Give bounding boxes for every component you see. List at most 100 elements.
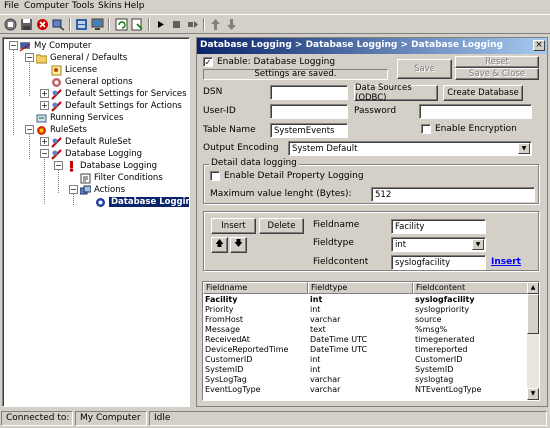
save-icon[interactable] xyxy=(19,17,34,32)
filter-icon xyxy=(80,173,91,184)
table-scrollbar[interactable]: ▲ ▼ xyxy=(527,282,539,400)
config-icon[interactable] xyxy=(74,17,89,32)
tree-expand-toggle[interactable]: + xyxy=(40,137,49,146)
ruleset-icon xyxy=(51,148,62,160)
column-header-fieldname[interactable]: Fieldname xyxy=(203,282,308,294)
fieldcontent-label: Fieldcontent xyxy=(313,257,369,267)
output-encoding-select[interactable]: System Default ▼ xyxy=(288,141,532,156)
reset-button[interactable]: Reset xyxy=(455,56,539,68)
password-input[interactable] xyxy=(419,104,532,119)
play-icon[interactable] xyxy=(153,17,168,32)
fieldcontent-input[interactable]: syslogfacility xyxy=(391,255,486,270)
tree-item-rulesets[interactable]: RuleSets xyxy=(36,124,87,136)
tablename-input[interactable]: SystemEvents xyxy=(270,123,348,138)
tree-item-actions[interactable]: Actions xyxy=(80,184,125,196)
chevron-down-icon[interactable]: ▼ xyxy=(518,143,530,154)
tree-item-database-logging-action[interactable]: Database Logging xyxy=(95,196,189,208)
ruleset-icon xyxy=(51,136,62,148)
tree-item-license[interactable]: License xyxy=(51,64,97,76)
fields-table[interactable]: Fieldname Fieldtype Fieldcontent Facilit… xyxy=(202,281,540,401)
computer-icon[interactable] xyxy=(90,17,105,32)
tree-collapse-toggle[interactable]: − xyxy=(54,161,63,170)
export-icon[interactable] xyxy=(130,17,145,32)
insert-button[interactable]: Insert xyxy=(211,218,256,234)
move-up-button[interactable]: 🡅 xyxy=(211,237,228,253)
tree-collapse-toggle[interactable]: − xyxy=(40,149,49,158)
menu-skins[interactable]: Skins xyxy=(98,1,122,11)
database-icon xyxy=(95,197,106,208)
delete-button[interactable]: Delete xyxy=(259,218,304,234)
options-icon xyxy=(51,77,62,88)
scroll-down-icon[interactable]: ▼ xyxy=(527,388,539,400)
tree-expand-toggle[interactable]: + xyxy=(40,89,49,98)
tree-expand-toggle[interactable]: + xyxy=(40,101,49,110)
fieldname-input[interactable]: Facility xyxy=(391,219,486,234)
userid-label: User-ID xyxy=(203,106,236,116)
step-icon[interactable] xyxy=(185,17,200,32)
create-database-button[interactable]: Create Database xyxy=(443,85,523,101)
table-row[interactable]: EventLogType varchar NTEventLogType xyxy=(203,385,529,395)
close-icon[interactable]: × xyxy=(533,40,545,51)
tree-collapse-toggle[interactable]: − xyxy=(69,185,78,194)
tree-item-general[interactable]: General / Defaults xyxy=(36,52,127,64)
stop-square-icon[interactable] xyxy=(169,17,184,32)
menu-file[interactable]: File xyxy=(4,1,19,11)
fieldtype-select[interactable]: int ▼ xyxy=(391,237,486,252)
menu-help[interactable]: Help xyxy=(124,1,145,11)
up-arrow-icon[interactable] xyxy=(208,17,223,32)
table-row[interactable]: Message text %msg% xyxy=(203,325,529,335)
column-header-fieldtype[interactable]: Fieldtype xyxy=(308,282,413,294)
encryption-checkbox[interactable] xyxy=(421,124,431,134)
status-bar: Connected to: My Computer Idle xyxy=(0,410,550,428)
enable-checkbox[interactable]: ✓ xyxy=(203,57,213,67)
move-down-button[interactable]: 🡇 xyxy=(230,237,247,253)
tree-item-default-ruleset[interactable]: Default RuleSet xyxy=(51,136,131,148)
tree-item-general-options[interactable]: General options xyxy=(51,76,133,88)
scroll-thumb[interactable] xyxy=(527,294,539,334)
max-value-input[interactable]: 512 xyxy=(371,187,535,202)
tree-item-filter-conditions[interactable]: Filter Conditions xyxy=(80,172,163,184)
column-header-fieldcontent[interactable]: Fieldcontent xyxy=(413,282,529,294)
enable-label: Enable: Database Logging xyxy=(217,57,336,67)
tree-item-database-logging-ruleset[interactable]: Database Logging xyxy=(51,148,142,160)
table-row[interactable]: CustomerID int CustomerID xyxy=(203,355,529,365)
scroll-up-icon[interactable]: ▲ xyxy=(527,282,539,294)
data-sources-button[interactable]: Data Sources (ODBC) xyxy=(354,83,438,103)
arrow-up-icon: 🡅 xyxy=(215,239,224,249)
rule-icon xyxy=(66,160,77,172)
down-arrow-icon[interactable] xyxy=(224,17,239,32)
settings-icon xyxy=(51,88,62,100)
table-row[interactable]: FromHost varchar source xyxy=(203,315,529,325)
chevron-down-icon[interactable]: ▼ xyxy=(472,239,484,250)
save-button[interactable]: Save xyxy=(397,59,452,79)
tree-item-default-actions[interactable]: Default Settings for Actions xyxy=(51,100,182,112)
tree-collapse-toggle[interactable]: − xyxy=(25,125,34,134)
save-close-button[interactable]: Save & Close xyxy=(455,68,539,80)
table-row[interactable]: SystemID int SystemID xyxy=(203,365,529,375)
enable-row: ✓ Enable: Database Logging xyxy=(203,56,335,68)
table-row[interactable]: Priority int syslogpriority xyxy=(203,305,529,315)
insert-link[interactable]: Insert xyxy=(491,257,521,267)
tree-item-my-computer[interactable]: My Computer xyxy=(20,40,91,52)
tree-item-default-services[interactable]: Default Settings for Services xyxy=(51,88,187,100)
delete-icon[interactable] xyxy=(35,17,50,32)
table-row[interactable]: DeviceReportedTime DateTime UTC timerepo… xyxy=(203,345,529,355)
connect-icon[interactable] xyxy=(51,17,66,32)
tree-view[interactable]: − My Computer − General / Defaults Licen… xyxy=(2,37,190,407)
tree-item-database-logging-rule[interactable]: Database Logging xyxy=(66,160,157,172)
stop-icon[interactable] xyxy=(3,17,18,32)
dsn-input[interactable] xyxy=(270,85,348,100)
tree-collapse-toggle[interactable]: − xyxy=(25,53,34,62)
menu-computer[interactable]: Computer xyxy=(24,1,69,11)
tree-collapse-toggle[interactable]: − xyxy=(9,41,18,50)
refresh-icon[interactable] xyxy=(114,17,129,32)
userid-input[interactable] xyxy=(270,104,348,119)
table-row[interactable]: ReceivedAt DateTime UTC timegenerated xyxy=(203,335,529,345)
arrow-down-icon: 🡇 xyxy=(234,239,243,249)
table-row[interactable]: Facility int syslogfacility xyxy=(203,295,529,305)
menu-tools[interactable]: Tools xyxy=(72,1,94,11)
tree-item-running-services[interactable]: Running Services xyxy=(36,112,123,124)
max-value-label: Maximum value lenght (Bytes): xyxy=(210,189,352,199)
detail-property-checkbox[interactable] xyxy=(210,171,220,181)
table-row[interactable]: SysLogTag varchar syslogtag xyxy=(203,375,529,385)
